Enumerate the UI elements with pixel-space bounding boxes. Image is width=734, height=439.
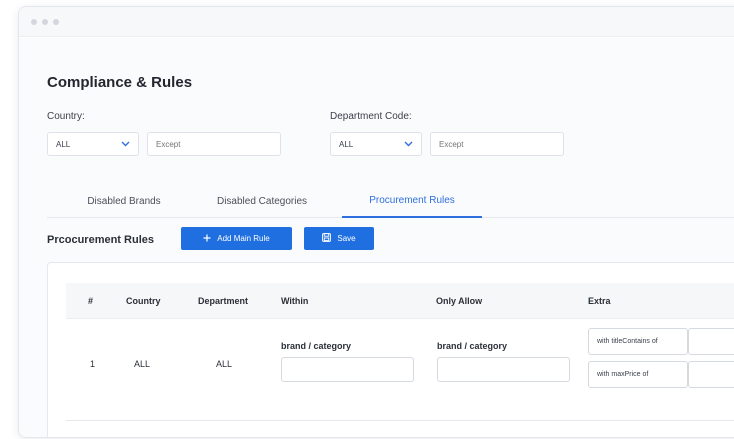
only-allow-label: brand / category [437,341,508,351]
country-except-input[interactable] [147,132,281,156]
column-header-extra: Extra [588,296,611,306]
department-code-label: Department Code: [330,111,412,122]
only-allow-input[interactable] [437,357,570,382]
column-header-country: Country [126,296,161,306]
within-input[interactable] [281,357,414,382]
extra-title-contains-label: with titleContains of [588,328,688,355]
plus-icon [203,234,211,244]
column-header-within: Within [281,296,309,306]
page-title: Compliance & Rules [47,74,193,91]
rules-table-card: # Country Department Within Only Allow E… [47,262,734,437]
add-main-rule-label: Add Main Rule [217,234,270,243]
row-department: ALL [216,359,233,369]
department-select-value: ALL [339,139,354,149]
tab-label: Disabled Categories [216,196,308,207]
page-content: Compliance & Rules Country: ALL Departme… [19,38,734,437]
country-select-value: ALL [56,139,71,149]
department-except-input[interactable] [430,132,564,156]
column-header-only-allow: Only Allow [436,296,483,306]
chevron-down-icon [404,140,413,149]
save-icon [322,233,332,244]
tab-disabled-categories[interactable]: Disabled Categories [197,185,327,218]
country-select[interactable]: ALL [47,132,139,156]
window-dot-icon[interactable] [42,18,48,25]
tab-label: Disabled Brands [87,196,161,207]
save-button[interactable]: Save [304,227,374,250]
chevron-down-icon [121,140,130,149]
window-dot-icon[interactable] [31,18,37,25]
window-titlebar [19,7,734,37]
add-main-rule-button[interactable]: Add Main Rule [181,227,292,250]
department-code-select[interactable]: ALL [330,132,422,156]
app-window: Compliance & Rules Country: ALL Departme… [18,6,734,438]
max-price-input[interactable] [688,361,734,388]
save-label: Save [337,234,356,243]
extra-label: with titleContains of [597,338,658,345]
title-contains-input[interactable] [688,328,734,355]
table-header: # Country Department Within Only Allow E… [66,283,734,319]
row-country: ALL [134,359,151,369]
extra-max-price-label: with maxPrice of [588,361,688,388]
column-header-num: # [88,296,94,306]
tab-bar: Disabled Brands Disabled Categories Proc… [47,185,734,218]
row-divider [66,420,734,421]
tab-label: Procurement Rules [369,195,455,206]
extra-label: with maxPrice of [597,371,649,378]
window-dot-icon[interactable] [53,18,59,25]
country-label: Country: [47,111,85,122]
row-number: 1 [90,359,96,369]
section-title: Prcocurement Rules [47,234,154,246]
tab-disabled-brands[interactable]: Disabled Brands [69,185,179,218]
column-header-department: Department [198,296,249,306]
tab-procurement-rules[interactable]: Procurement Rules [342,185,482,218]
within-label: brand / category [281,341,352,351]
